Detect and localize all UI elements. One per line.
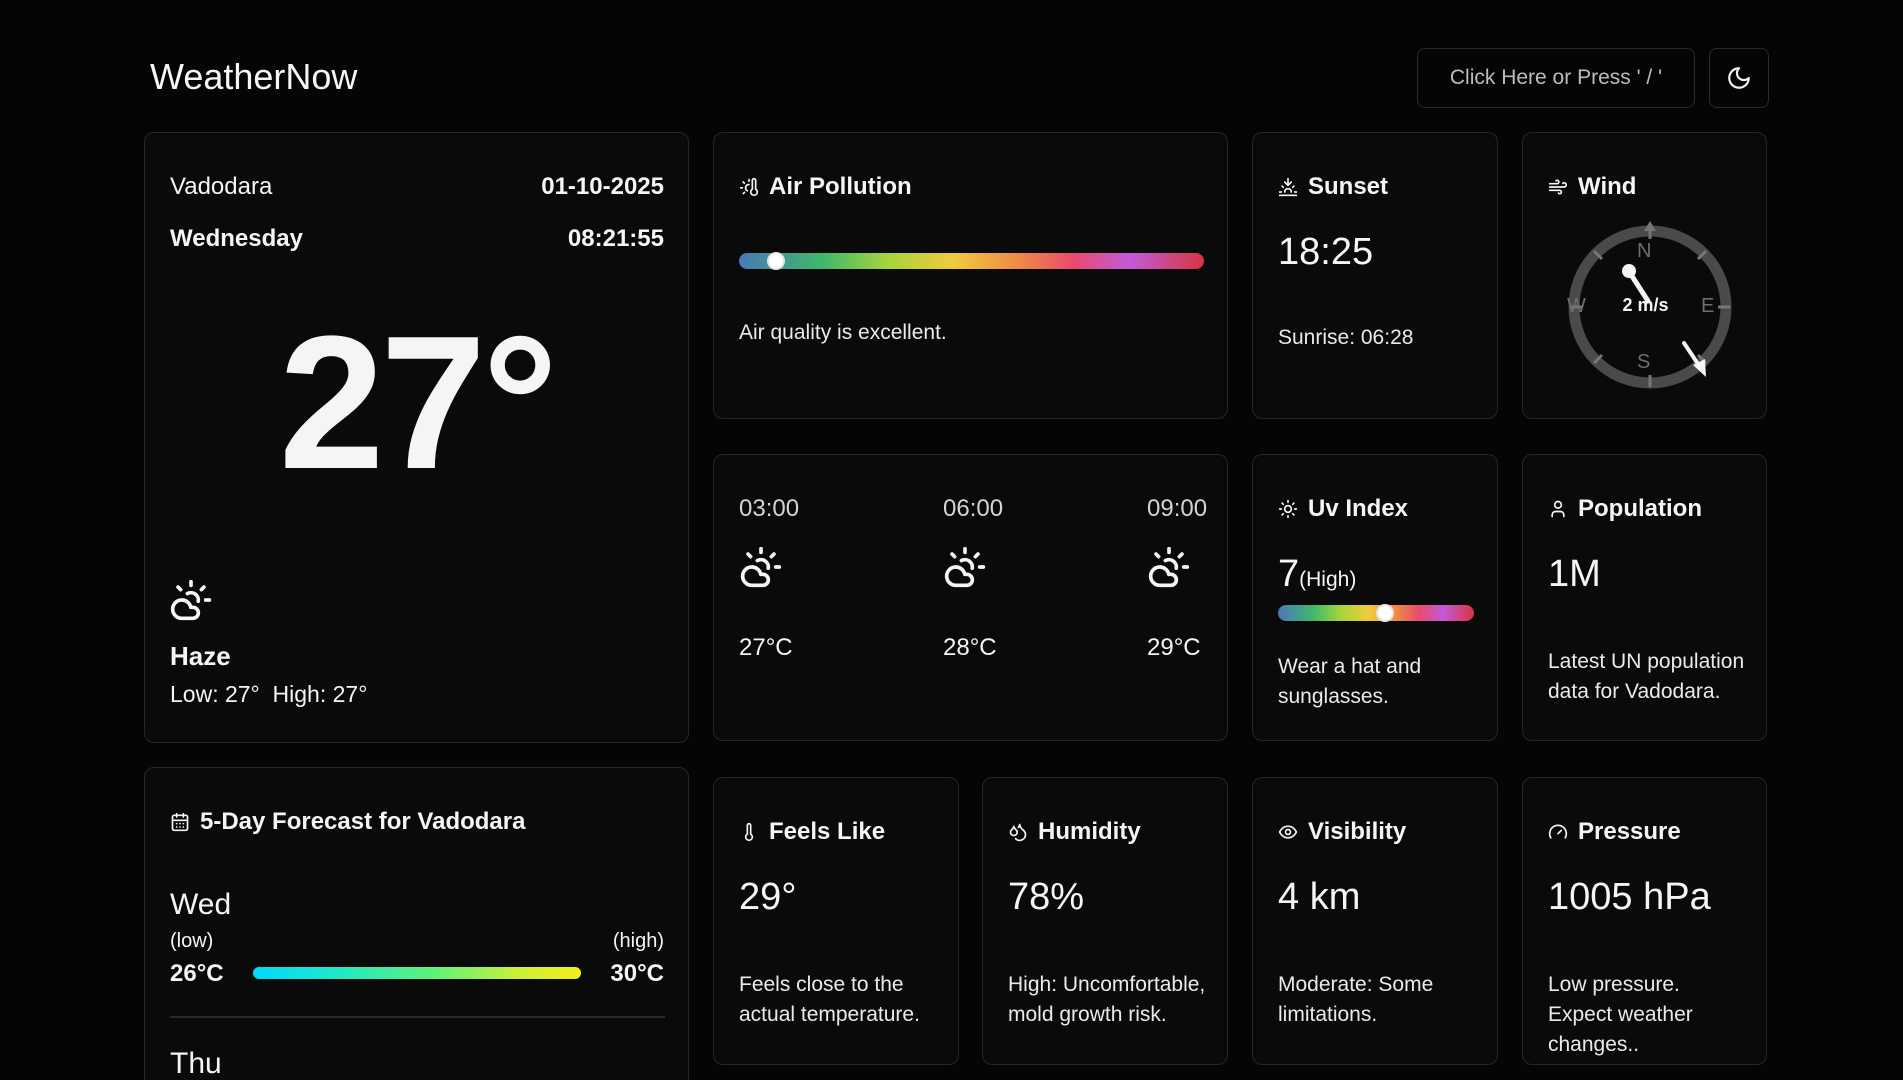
uv-level: (High): [1299, 568, 1357, 591]
thermometer-sun-icon: [739, 177, 759, 197]
compass-south: S: [1637, 351, 1651, 373]
feels-like-description: Feels close to the actual temperature.: [739, 973, 920, 1026]
humidity-value: 78%: [1008, 876, 1085, 918]
visibility-title: Visibility: [1308, 818, 1407, 845]
gauge-icon: [1548, 824, 1568, 839]
current-day: Wednesday: [170, 225, 303, 252]
population-title: Population: [1578, 495, 1702, 522]
moon-icon: [1728, 67, 1750, 89]
eye-icon: [1278, 825, 1298, 839]
pressure-description: Low pressure. Expect weather changes..: [1548, 973, 1693, 1056]
forecast-high-temp: 30°C: [610, 960, 664, 987]
air-quality-bar: [739, 252, 1204, 270]
compass-north: N: [1637, 240, 1652, 262]
current-condition: Haze: [170, 641, 231, 671]
current-time: 08:21:55: [567, 225, 664, 252]
uv-value-row: 7(High): [1278, 553, 1356, 596]
uv-index-card: Uv Index 7(High) Wear a hat and sunglass…: [1252, 454, 1498, 741]
pressure-title: Pressure: [1578, 818, 1681, 845]
app-title: WeatherNow: [150, 56, 358, 97]
hourly-time: 03:00: [739, 495, 800, 522]
current-high: High: 27°: [272, 681, 368, 707]
forecast-title: 5-Day Forecast for Vadodara: [200, 808, 526, 835]
forecast-low-label: (low): [170, 930, 214, 952]
visibility-value: 4 km: [1278, 876, 1361, 918]
forecast-day-name: Thu: [170, 1047, 222, 1080]
partly-cloudy-sun-icon: [1148, 546, 1190, 588]
forecast-high-label: (high): [612, 930, 664, 952]
sunset-time: 18:25: [1278, 231, 1374, 273]
feels-like-title: Feels Like: [769, 818, 886, 845]
humidity-description: High: Uncomfortable, mold growth risk.: [1008, 973, 1206, 1026]
sunset-title: Sunset: [1308, 173, 1389, 200]
five-day-forecast-card: 5-Day Forecast for Vadodara Wed (low) (h…: [144, 767, 689, 1080]
wind-card: Wind N E S W 2 m/s: [1522, 132, 1767, 419]
air-quality-indicator: [767, 252, 785, 270]
wind-icon: [1548, 179, 1568, 195]
forecast-temp-range-bar: [253, 967, 581, 979]
sunset-card: Sunset 18:25 Sunrise: 06:28: [1252, 132, 1498, 419]
uv-title: Uv Index: [1308, 495, 1409, 522]
uv-value: 7: [1278, 553, 1300, 595]
current-temperature: 27°: [278, 297, 558, 509]
thermometer-icon: [744, 822, 754, 842]
partly-cloudy-sun-icon: [170, 579, 212, 621]
feels-like-value: 29°: [739, 876, 797, 918]
uv-description: Wear a hat and sunglasses.: [1278, 655, 1422, 708]
forecast-day-name: Wed: [170, 888, 232, 921]
theme-toggle-button[interactable]: [1709, 48, 1769, 108]
hourly-item: 09:00 29°C: [1147, 495, 1227, 662]
forecast-divider: [170, 1016, 665, 1018]
hourly-item: 06:00 28°C: [943, 495, 1103, 662]
hourly-temp: 27°C: [739, 634, 793, 661]
sunset-icon: [1278, 177, 1298, 197]
current-low-high: Low: 27° High: 27°: [170, 681, 367, 708]
population-card: Population 1M Latest UN population data …: [1522, 454, 1767, 741]
population-description: Latest UN population data for Vadodara.: [1548, 650, 1745, 703]
humidity-title: Humidity: [1038, 818, 1141, 845]
partly-cloudy-sun-icon: [740, 546, 782, 588]
uv-bar: [1278, 604, 1474, 622]
current-date: 01-10-2025: [541, 173, 664, 200]
partly-cloudy-sun-icon: [944, 546, 986, 588]
hourly-item: 03:00 27°C: [739, 495, 899, 662]
wind-title: Wind: [1578, 173, 1637, 200]
air-pollution-description: Air quality is excellent.: [739, 321, 947, 344]
droplets-icon: [1009, 823, 1027, 842]
population-value: 1M: [1548, 553, 1601, 595]
feels-like-card: Feels Like 29° Feels close to the actual…: [713, 777, 959, 1065]
hourly-time: 09:00: [1147, 495, 1208, 522]
air-pollution-title: Air Pollution: [769, 173, 912, 200]
hourly-temp: 29°C: [1147, 634, 1201, 661]
user-icon: [1551, 500, 1565, 518]
wind-speed: 2 m/s: [1622, 295, 1669, 315]
uv-indicator: [1376, 604, 1394, 622]
air-pollution-card: Air Pollution Air quality is excellent.: [713, 132, 1228, 419]
hourly-temp: 28°C: [943, 634, 997, 661]
current-low: Low: 27°: [170, 681, 260, 707]
humidity-card: Humidity 78% High: Uncomfortable, mold g…: [982, 777, 1228, 1065]
hourly-forecast-card: 03:00 27°C 06:00 28°C 09:00 29°C: [713, 454, 1228, 741]
hourly-time: 06:00: [943, 495, 1004, 522]
city-name: Vadodara: [170, 173, 273, 200]
current-weather-card: Vadodara 01-10-2025 Wednesday 08:21:55 2…: [144, 132, 689, 743]
sun-icon: [1278, 499, 1298, 519]
calendar-icon: [171, 812, 189, 832]
pressure-value: 1005 hPa: [1548, 876, 1711, 918]
visibility-card: Visibility 4 km Moderate: Some limitatio…: [1252, 777, 1498, 1065]
search-button-label: Click Here or Press ' / ': [1449, 66, 1663, 89]
forecast-low-temp: 26°C: [170, 960, 224, 987]
search-button[interactable]: Click Here or Press ' / ': [1417, 48, 1695, 108]
sunrise-time: Sunrise: 06:28: [1278, 326, 1414, 349]
visibility-description: Moderate: Some limitations.: [1278, 973, 1434, 1026]
pressure-card: Pressure 1005 hPa Low pressure. Expect w…: [1522, 777, 1767, 1065]
